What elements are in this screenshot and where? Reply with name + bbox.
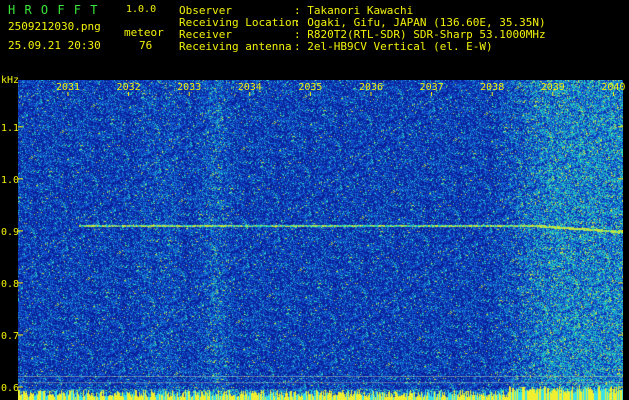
x-tick-label: 2039 <box>541 82 565 93</box>
y-tick-label: 1.1 <box>1 123 19 134</box>
spectrogram-axes: kHz 2031 2032 2033 2034 2035 2036 2037 2038 2039… <box>1 75 625 394</box>
x-tick-label: 2034 <box>238 82 262 93</box>
y-tick-label: 0.7 <box>1 331 19 342</box>
x-tick-label: 2033 <box>177 82 201 93</box>
x-tick-label: 2032 <box>117 82 141 93</box>
y-tick-label: 0.8 <box>1 279 19 290</box>
y-axis-unit: kHz <box>1 75 19 86</box>
x-tick-label: 2031 <box>56 82 80 93</box>
x-tick-label: 2040 <box>601 82 625 93</box>
y-tick-label: 0.6 <box>1 383 19 394</box>
hrofft-window: H R O F F T 1.0.0 2509212030.png meteor … <box>0 0 629 400</box>
x-tick-label: 2037 <box>420 82 444 93</box>
x-tick-label: 2035 <box>298 82 322 93</box>
y-tick-label: 0.9 <box>1 227 19 238</box>
x-tick-label: 2036 <box>359 82 383 93</box>
x-tick-label: 2038 <box>480 82 504 93</box>
y-tick-label: 1.0 <box>1 175 19 186</box>
